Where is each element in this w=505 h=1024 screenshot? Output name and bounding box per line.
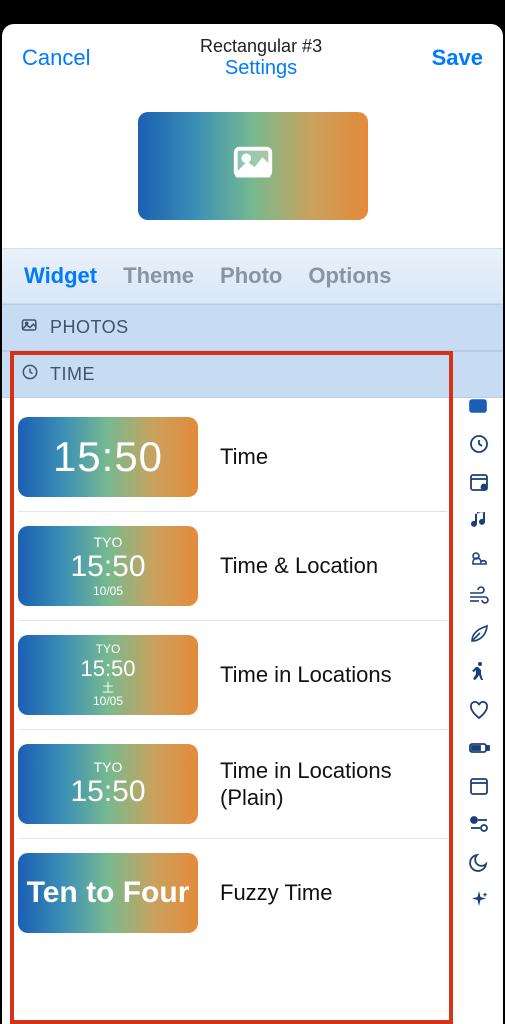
rail-battery-icon[interactable] — [466, 735, 492, 761]
time-item-label: Time in Locations (Plain) — [220, 757, 447, 812]
header-bar: Cancel Rectangular #3 Settings Save — [2, 24, 503, 88]
page-title: Rectangular #3 — [90, 36, 431, 57]
time-thumb: TYO 15:50 土 10/05 — [18, 635, 198, 715]
time-item-label: Time & Location — [220, 552, 378, 580]
time-thumb: TYO 15:50 10/05 — [18, 526, 198, 606]
tab-theme[interactable]: Theme — [123, 263, 194, 289]
tab-widget[interactable]: Widget — [24, 263, 97, 289]
rail-wind-icon[interactable] — [466, 583, 492, 609]
category-rail — [461, 393, 497, 1024]
rail-moon-icon[interactable] — [466, 849, 492, 875]
image-icon — [225, 141, 281, 192]
time-thumb: TYO 15:50 — [18, 744, 198, 824]
time-item-time[interactable]: 15:50 Time — [18, 403, 447, 512]
time-item-label: Time in Locations — [220, 661, 392, 689]
time-item-label: Time — [220, 443, 268, 471]
rail-heart-icon[interactable] — [466, 697, 492, 723]
time-thumb: 15:50 — [18, 417, 198, 497]
tab-options[interactable]: Options — [308, 263, 391, 289]
save-button[interactable]: Save — [432, 45, 483, 71]
time-item-time-location[interactable]: TYO 15:50 10/05 Time & Location — [18, 512, 447, 621]
rail-sparkle-icon[interactable] — [466, 887, 492, 913]
time-item-label: Fuzzy Time — [220, 879, 332, 907]
rail-toggle-icon[interactable] — [466, 811, 492, 837]
cancel-button[interactable]: Cancel — [22, 45, 90, 71]
time-item-fuzzy[interactable]: Ten to Four Fuzzy Time — [18, 839, 447, 947]
rail-weather-icon[interactable] — [466, 545, 492, 571]
page-subtitle: Settings — [90, 57, 431, 80]
rail-activity-icon[interactable] — [466, 659, 492, 685]
time-item-time-locations-plain[interactable]: TYO 15:50 Time in Locations (Plain) — [18, 730, 447, 839]
rail-calendar-icon[interactable] — [466, 469, 492, 495]
rail-music-icon[interactable] — [466, 507, 492, 533]
rail-leaf-icon[interactable] — [466, 621, 492, 647]
photos-icon — [20, 315, 40, 340]
rail-calendar2-icon[interactable] — [466, 773, 492, 799]
section-photos-label: PHOTOS — [50, 317, 129, 338]
section-photos[interactable]: PHOTOS — [2, 304, 503, 351]
rail-photos-icon[interactable] — [466, 393, 492, 419]
widget-preview[interactable] — [138, 112, 368, 220]
time-thumb: Ten to Four — [18, 853, 198, 933]
tab-photo[interactable]: Photo — [220, 263, 282, 289]
time-item-time-locations[interactable]: TYO 15:50 土 10/05 Time in Locations — [18, 621, 447, 730]
tabs: Widget Theme Photo Options — [2, 248, 503, 304]
rail-clock-icon[interactable] — [466, 431, 492, 457]
